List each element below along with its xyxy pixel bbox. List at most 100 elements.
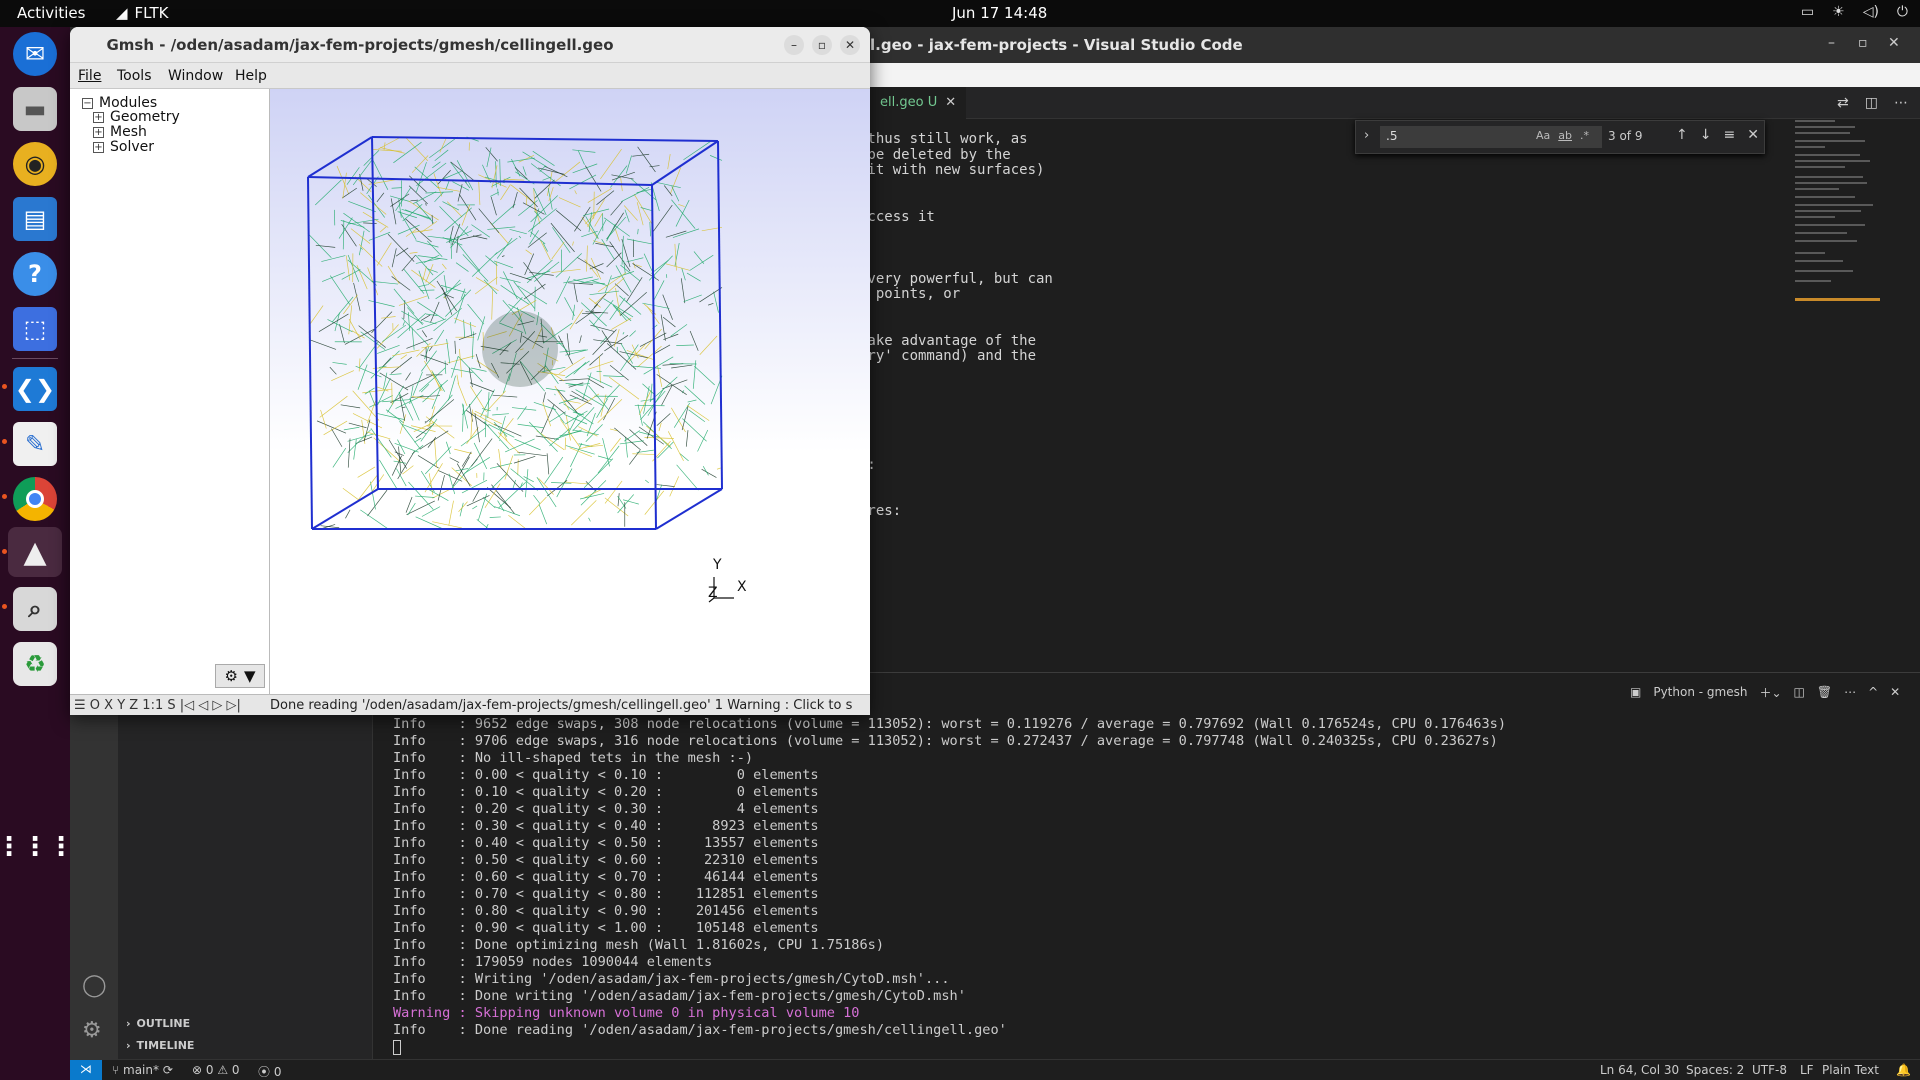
encoding[interactable]: UTF-8 [1752, 1063, 1787, 1077]
split-terminal-icon[interactable]: ◫ [1794, 685, 1805, 699]
gmsh-icon: ▲ [23, 534, 47, 570]
problems-status[interactable]: ⊗ 0 ⚠ 0 [192, 1063, 240, 1077]
activities-button[interactable]: Activities [17, 4, 85, 22]
settings-gear-button[interactable]: ⚙ ▼ [215, 664, 265, 688]
match-case-button[interactable]: Aa [1536, 129, 1550, 142]
timeline-section[interactable]: › TIMELINE [126, 1039, 194, 1052]
dock-chrome[interactable] [10, 474, 60, 524]
branch-name: main* [123, 1063, 159, 1077]
clock[interactable]: Jun 17 14:48 [952, 4, 1047, 22]
dock-help[interactable]: ? [10, 249, 60, 299]
network-icon: ▭ [1800, 4, 1815, 20]
running-indicator [2, 549, 7, 554]
notifications-icon[interactable]: 🔔 [1896, 1063, 1911, 1077]
code-editor[interactable]: ve will thus still work, as ch will be de… [800, 92, 1790, 672]
writer-icon: ▤ [13, 197, 57, 241]
match-word-button[interactable]: ab [1558, 129, 1572, 142]
dock-vscode[interactable]: ❮❯ [10, 364, 60, 414]
remote-icon[interactable]: ⋊ [70, 1060, 102, 1080]
tree-mesh[interactable]: + Mesh [93, 124, 147, 140]
minimap[interactable] [1795, 120, 1880, 330]
maximize-panel-icon[interactable]: ^ [1868, 685, 1878, 699]
terminal-title[interactable]: Python - gmesh [1653, 685, 1747, 699]
editor-actions: ⇄ ◫ ⋯ [1837, 95, 1908, 111]
compare-icon[interactable]: ⇄ [1837, 95, 1849, 111]
language-mode[interactable]: Plain Text [1822, 1063, 1879, 1077]
new-terminal-icon[interactable]: ＋⌄ [1759, 684, 1781, 701]
dock-gmsh[interactable]: ▲ [8, 527, 62, 577]
rhythmbox-icon: ◉ [13, 142, 57, 186]
find-navigation: ↑ ↓ ≡ ✕ [1676, 127, 1759, 143]
manage-gear-icon[interactable]: ⚙ [82, 1018, 102, 1043]
terminal-icon: ▣ [1630, 685, 1642, 699]
dock-screenshot[interactable]: ⬚ [10, 304, 60, 354]
terminal-line: Info : No ill-shaped tets in the mesh :-… [393, 750, 754, 766]
gmsh-status-bar: ☰ O X Y Z 1:1 S |◁ ◁ ▷ ▷| Done reading '… [70, 694, 870, 715]
view-controls[interactable]: ☰ O X Y Z 1:1 S |◁ ◁ ▷ ▷| [74, 698, 241, 713]
minimize-icon[interactable]: – [1828, 35, 1835, 51]
line-ending[interactable]: LF [1800, 1063, 1814, 1077]
close-find-icon[interactable]: ✕ [1747, 127, 1759, 143]
terminal-line: Info : 0.90 < quality < 1.00 : 105148 el… [393, 920, 819, 936]
expand-icon[interactable]: + [93, 141, 104, 153]
account-icon[interactable]: ◯ [82, 973, 107, 998]
app-menu[interactable]: ◢ FLTK [116, 4, 168, 22]
running-indicator [2, 384, 7, 389]
close-panel-icon[interactable]: ✕ [1890, 685, 1900, 699]
system-tray[interactable]: ▭ ☀ ◁) ⏻ [1801, 4, 1908, 20]
kill-terminal-icon[interactable]: 🗑 [1817, 685, 1832, 699]
graphics-viewport[interactable]: Y Z X [270, 89, 870, 694]
gear-icon: ⚙ [224, 667, 238, 685]
maximize-icon[interactable]: ▫ [1858, 35, 1868, 51]
more-actions-icon[interactable]: ⋯ [1894, 95, 1908, 111]
close-icon[interactable]: ✕ [840, 35, 860, 55]
help-icon: ? [13, 252, 57, 296]
cursor-position[interactable]: Ln 64, Col 30 [1600, 1063, 1679, 1077]
next-match-icon[interactable]: ↓ [1700, 127, 1712, 143]
close-icon[interactable]: ✕ [1888, 35, 1900, 51]
brightness-icon: ☀ [1832, 4, 1845, 20]
toggle-replace-icon[interactable]: › [1364, 128, 1369, 143]
terminal-line: Info : 0.60 < quality < 0.70 : 46144 ele… [393, 869, 819, 885]
minimize-icon[interactable]: – [784, 35, 804, 55]
terminal-more-icon[interactable]: ⋯ [1844, 685, 1856, 699]
maximize-icon[interactable]: ▫ [812, 35, 832, 55]
branch-status[interactable]: ⑂ main* ⟳ [112, 1063, 173, 1077]
status-message[interactable]: Done reading '/oden/asadam/jax-fem-proje… [270, 698, 852, 713]
menu-window[interactable]: Window [168, 68, 223, 84]
top-bar: Activities ◢ FLTK Jun 17 14:48 ▭ ☀ ◁) ⏻ [0, 0, 1920, 27]
collapse-icon[interactable]: − [82, 97, 93, 109]
search-icon: ⌕ [13, 587, 57, 631]
expand-icon[interactable]: + [93, 111, 104, 123]
menu-tools[interactable]: Tools [117, 68, 152, 84]
dock-files[interactable]: ▬ [10, 84, 60, 134]
thunderbird-icon: ✉ [13, 32, 57, 76]
dock-thunderbird[interactable]: ✉ [10, 29, 60, 79]
regex-button[interactable]: .* [1580, 129, 1589, 142]
dock-search[interactable]: ⌕ [10, 584, 60, 634]
split-editor-icon[interactable]: ◫ [1865, 95, 1878, 111]
terminal-output[interactable]: Info : 9652 edge swaps, 308 node relocat… [393, 716, 1853, 1056]
gmsh-window-title: Gmsh - /oden/asadam/jax-fem-projects/gme… [106, 36, 614, 54]
menu-help[interactable]: Help [235, 68, 267, 84]
dock-writer[interactable]: ▤ [10, 194, 60, 244]
outline-section[interactable]: › OUTLINE [126, 1017, 190, 1030]
terminal-line: Info : 9652 edge swaps, 308 node relocat… [393, 716, 1507, 732]
tree-solver[interactable]: + Solver [93, 139, 154, 155]
terminal-line: Info : 0.00 < quality < 0.10 : 0 element… [393, 767, 819, 783]
previous-match-icon[interactable]: ↑ [1676, 127, 1688, 143]
indentation[interactable]: Spaces: 2 [1686, 1063, 1744, 1077]
dock-rhythmbox[interactable]: ◉ [10, 139, 60, 189]
dock-text-editor[interactable]: ✎ [10, 419, 60, 469]
expand-icon[interactable]: + [93, 126, 104, 138]
menu-file[interactable]: File [78, 68, 101, 84]
find-in-selection-icon[interactable]: ≡ [1723, 127, 1735, 143]
mesh-render[interactable] [270, 89, 870, 694]
chevron-right-icon: › [126, 1017, 131, 1030]
tree-geometry[interactable]: + Geometry [93, 109, 180, 125]
ports-status[interactable]: ⦿ 0 [258, 1063, 281, 1080]
terminal-prompt[interactable] [393, 1039, 1853, 1056]
terminal-line: Info : 0.80 < quality < 0.90 : 201456 el… [393, 903, 819, 919]
dock-trash[interactable]: ♻ [10, 639, 60, 689]
dock-app-grid[interactable]: ⋮⋮⋮ [0, 822, 74, 872]
